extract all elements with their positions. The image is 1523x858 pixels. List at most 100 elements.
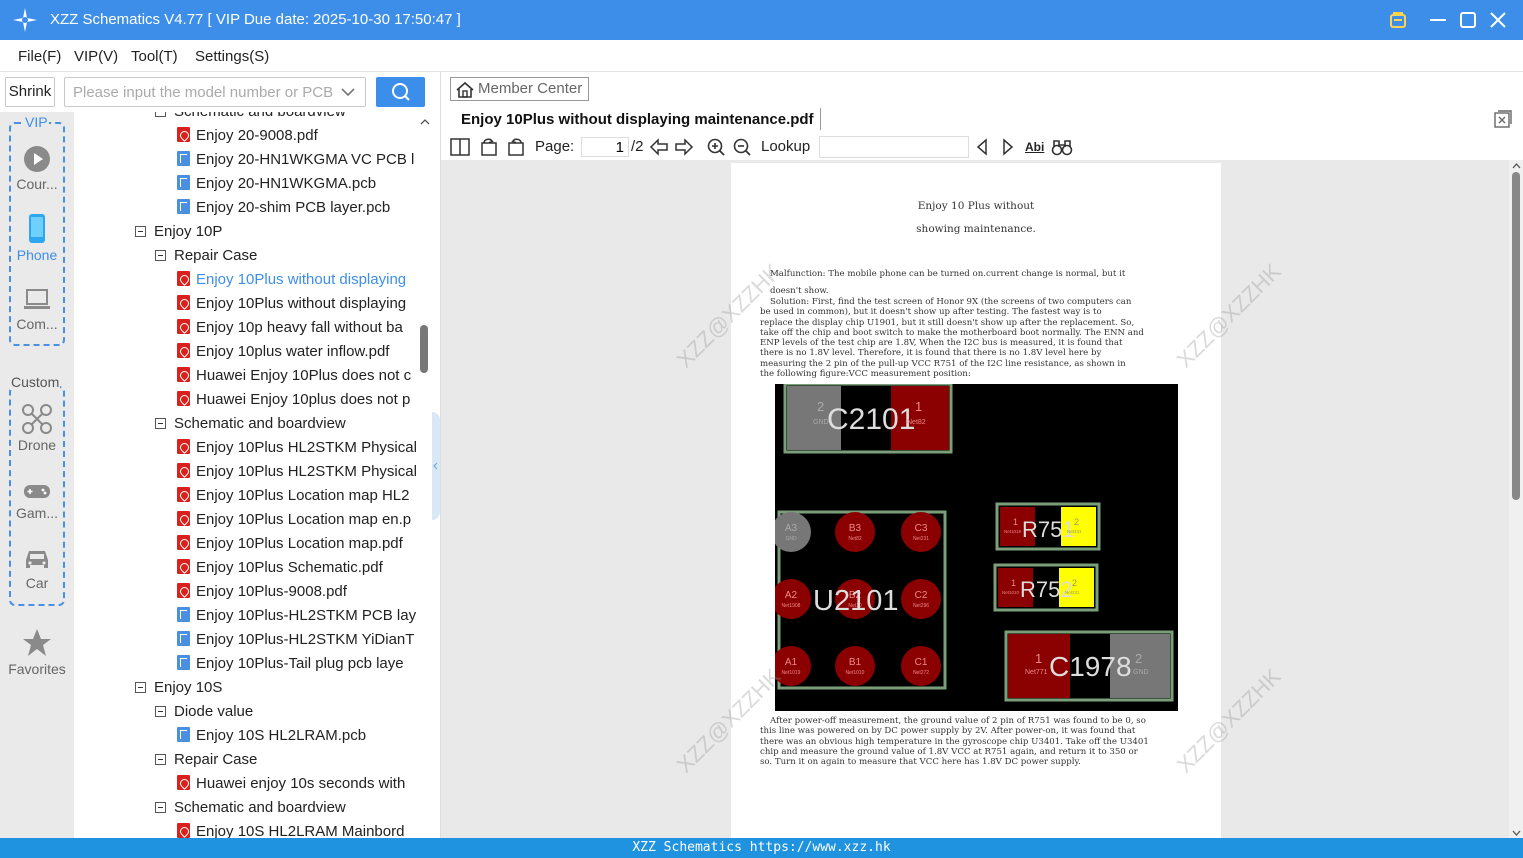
member-center-button[interactable]: Member Center xyxy=(450,77,589,101)
zoom-in-icon[interactable] xyxy=(706,138,726,156)
next-page-icon[interactable] xyxy=(674,138,694,156)
tree-file-pcb[interactable]: Enjoy 20-HN1WKGMA.pcb xyxy=(177,172,376,196)
tree-file-pdf[interactable]: Enjoy 10Plus Location map en.p xyxy=(177,508,411,532)
search-input[interactable] xyxy=(64,77,366,107)
document-pane: Member Center Enjoy 10Plus without displ… xyxy=(440,72,1523,838)
tree-folder[interactable]: Schematic and boardview xyxy=(155,796,346,820)
viewer-scrollbar[interactable] xyxy=(1509,160,1523,838)
tree-file-pdf[interactable]: Enjoy 10Plus Location map HL2 xyxy=(177,484,409,508)
tree-folder[interactable]: Repair Case xyxy=(155,748,257,772)
chevron-up-icon[interactable] xyxy=(418,115,432,129)
shrink-button[interactable]: Shrink xyxy=(5,77,55,107)
pdf-file-icon xyxy=(177,127,190,142)
search-button[interactable] xyxy=(376,77,425,107)
close-document-icon[interactable] xyxy=(1494,110,1512,128)
collapse-toggle-icon[interactable] xyxy=(155,802,166,813)
collapse-toggle-icon[interactable] xyxy=(155,706,166,717)
collapse-tab[interactable] xyxy=(432,412,440,520)
tree-file-pcb[interactable]: Enjoy 10Plus-Tail plug pcb laye xyxy=(177,652,404,676)
tree-file-pcb[interactable]: Enjoy 10Plus-HL2STKM YiDianT xyxy=(177,628,414,652)
pcb-file-icon xyxy=(177,199,190,214)
collapse-toggle-icon[interactable] xyxy=(155,418,166,429)
nav-drone[interactable]: Drone xyxy=(0,404,74,453)
binoculars-icon[interactable] xyxy=(1051,138,1073,156)
find-next-icon[interactable] xyxy=(1000,138,1016,156)
tree-file-pdf[interactable]: Enjoy 10plus water inflow.pdf xyxy=(177,340,389,364)
sidebar-toggle-icon[interactable] xyxy=(450,138,470,156)
nav-favorites[interactable]: Favorites xyxy=(0,628,74,677)
tree-file-pdf[interactable]: Enjoy 10Plus HL2STKM Physical xyxy=(177,460,417,484)
pane-splitter[interactable] xyxy=(432,112,440,838)
tree-file-pdf[interactable]: Enjoy 20-9008.pdf xyxy=(177,124,318,148)
pdf-text-line: be used in common), but it doesn't show … xyxy=(760,307,1102,318)
nav-game[interactable]: Gam... xyxy=(0,482,74,521)
maximize-icon[interactable] xyxy=(1455,7,1481,33)
tree-file-pdf[interactable]: Enjoy 10Plus without displaying xyxy=(177,268,406,292)
tree-folder[interactable]: Enjoy 10P xyxy=(135,220,222,244)
zoom-out-icon[interactable] xyxy=(732,138,752,156)
tree-file-pdf[interactable]: Enjoy 10Plus Schematic.pdf xyxy=(177,556,383,580)
tree-folder[interactable]: Enjoy 10S xyxy=(135,676,222,700)
tree-file-pdf[interactable]: Huawei Enjoy 10Plus does not c xyxy=(177,364,411,388)
chevron-up-icon[interactable] xyxy=(1509,161,1523,171)
tree-file-pdf[interactable]: Enjoy 10Plus without displaying xyxy=(177,292,406,316)
page-number-input[interactable] xyxy=(581,137,629,157)
tree-node-label: Enjoy 10Plus-HL2STKM YiDianT xyxy=(196,631,415,648)
pdf-file-icon xyxy=(177,775,190,790)
document-tab[interactable]: Enjoy 10Plus without displaying maintena… xyxy=(461,111,814,128)
c1978-net2: GND xyxy=(1133,669,1149,676)
collapse-toggle-icon[interactable] xyxy=(155,250,166,261)
tree-file-pdf[interactable]: Huawei Enjoy 10plus does not p xyxy=(177,388,410,412)
match-case-toggle[interactable]: Abi xyxy=(1025,140,1044,154)
tree-file-pdf[interactable]: Enjoy 10Plus-9008.pdf xyxy=(177,580,347,604)
minimize-icon[interactable] xyxy=(1425,7,1451,33)
tree-file-pcb[interactable]: Enjoy 10S HL2LRAM.pcb xyxy=(177,724,366,748)
pdf-page: Enjoy 10 Plus without showing maintenanc… xyxy=(672,163,1286,838)
collapse-toggle-icon[interactable] xyxy=(135,226,146,237)
nav-computer[interactable]: Com... xyxy=(0,287,74,332)
tree-scrollbar[interactable] xyxy=(418,112,432,838)
tree-file-pdf[interactable]: Enjoy 10Plus HL2STKM Physical xyxy=(177,436,417,460)
find-previous-icon[interactable] xyxy=(974,138,990,156)
tree-file-pdf[interactable]: Enjoy 10p heavy fall without ba xyxy=(177,316,403,340)
menu-tool[interactable]: Tool(T) xyxy=(131,48,178,65)
pdf-malfunction-cont: doesn't show. xyxy=(770,286,829,296)
nav-phone[interactable]: Phone xyxy=(0,214,74,263)
collapse-toggle-icon[interactable] xyxy=(135,682,146,693)
lookup-label: Lookup xyxy=(761,138,811,155)
tree-scroll-thumb[interactable] xyxy=(420,325,428,373)
tree-file-pdf[interactable]: Huawei enjoy 10s seconds with xyxy=(177,772,405,796)
menu-file[interactable]: File(F) xyxy=(18,48,61,65)
collapse-toggle-icon[interactable] xyxy=(155,112,166,117)
tree-node-label: Huawei Enjoy 10plus does not p xyxy=(196,391,411,408)
lookup-input[interactable] xyxy=(819,136,969,158)
page-label: Page: xyxy=(535,138,575,155)
menu-settings[interactable]: Settings(S) xyxy=(195,48,269,65)
tree-file-pcb[interactable]: Enjoy 20-HN1WKGMA VC PCB l xyxy=(177,148,414,172)
tree-file-pdf[interactable]: Enjoy 10Plus Location map.pdf xyxy=(177,532,403,556)
vip-bag-icon[interactable] xyxy=(1385,7,1411,33)
nav-course[interactable]: Cour... xyxy=(0,145,74,192)
pdf-viewer[interactable]: Enjoy 10 Plus without showing maintenanc… xyxy=(441,160,1523,838)
pdf-file-icon xyxy=(177,295,190,310)
viewer-scroll-thumb[interactable] xyxy=(1512,172,1520,500)
collapse-toggle-icon[interactable] xyxy=(155,754,166,765)
play-circle-icon xyxy=(24,146,50,172)
nav-car[interactable]: Car xyxy=(0,546,74,591)
previous-page-icon[interactable] xyxy=(649,138,669,156)
rotate-right-icon[interactable] xyxy=(506,138,526,156)
menu-vip[interactable]: VIP(V) xyxy=(74,48,118,65)
tree-node-label: Enjoy 10Plus-Tail plug pcb laye xyxy=(196,655,404,672)
tree-folder[interactable]: Schematic and boardview xyxy=(155,412,346,436)
tree-file-pcb[interactable]: Enjoy 20-shim PCB layer.pcb xyxy=(177,196,390,220)
chevron-down-icon[interactable] xyxy=(1509,828,1523,838)
tree-folder[interactable]: Repair Case xyxy=(155,244,257,268)
tree-file-pcb[interactable]: Enjoy 10Plus-HL2STKM PCB lay xyxy=(177,604,416,628)
tree-file-pdf[interactable]: Enjoy 10S HL2LRAM Mainbord xyxy=(177,820,404,838)
close-icon[interactable] xyxy=(1485,7,1511,33)
rotate-left-icon[interactable] xyxy=(479,138,499,156)
tree-folder[interactable]: Diode value xyxy=(155,700,253,724)
chevron-down-icon[interactable] xyxy=(340,85,356,99)
model-tree: Schematic and boardview Enjoy 20-9008.pdf… xyxy=(74,112,418,838)
tree-folder[interactable]: Schematic and boardview xyxy=(155,112,346,124)
